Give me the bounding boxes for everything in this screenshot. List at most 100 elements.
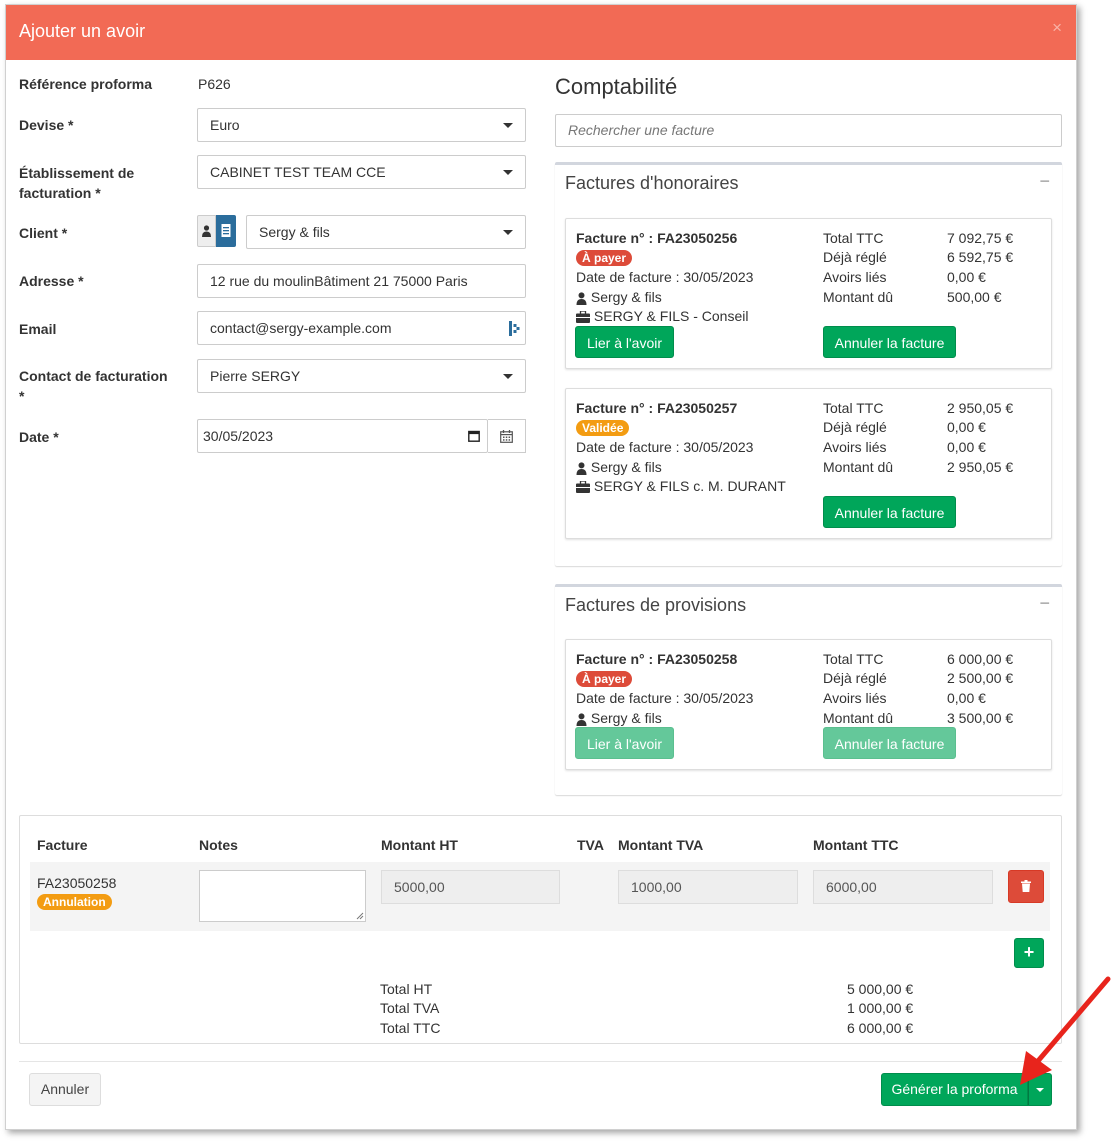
col-notes: Notes: [199, 837, 238, 853]
briefcase-icon: [576, 311, 590, 324]
status-badge: Validée: [576, 420, 630, 436]
col-montant-ttc: Montant TTC: [813, 837, 899, 853]
date-input[interactable]: 30/05/2023: [197, 419, 488, 453]
deja-regle-label: Déjà réglé: [823, 419, 887, 435]
compta-title: Comptabilité: [555, 74, 678, 99]
invoice-number: Facture n° : FA23050256: [576, 230, 738, 246]
email-input[interactable]: contact@sergy-example.com: [197, 311, 526, 345]
total-ttc-label: Total TTC: [823, 651, 884, 667]
user-icon: [576, 713, 587, 726]
total-ht-value: 5 000,00 €: [847, 981, 914, 997]
user-icon: [576, 292, 587, 305]
devise-select[interactable]: Euro: [197, 108, 526, 142]
invoice-date: Date de facture : 30/05/2023: [576, 690, 754, 706]
email-label: Email: [19, 321, 57, 337]
add-line-button[interactable]: +: [1014, 938, 1044, 968]
total-ttc-value: 6 000,00 €: [947, 651, 1014, 667]
footer-divider: [19, 1061, 1062, 1062]
client-select[interactable]: Sergy & fils: [246, 215, 526, 249]
total-ttc-label: Total TTC: [380, 1020, 441, 1036]
add-credit-note-modal: Ajouter un avoir × Référence proforma P6…: [5, 4, 1077, 1130]
provisions-title: Factures de provisions: [565, 595, 747, 615]
devise-value: Euro: [210, 117, 240, 133]
close-icon[interactable]: ×: [1052, 18, 1062, 38]
total-tva-value: 1 000,00 €: [847, 1000, 914, 1016]
etab-value: CABINET TEST TEAM CCE: [210, 164, 386, 180]
link-credit-button[interactable]: Lier à l'avoir: [575, 727, 674, 759]
delete-line-button[interactable]: [1008, 870, 1044, 903]
company-icon[interactable]: [216, 215, 236, 247]
annotation-arrow-icon: [1020, 976, 1111, 1085]
montant-du-value: 3 500,00 €: [947, 710, 1014, 726]
montant-du-value: 2 950,05 €: [947, 459, 1014, 475]
notes-textarea[interactable]: [199, 870, 366, 922]
ref-value: P626: [198, 76, 231, 92]
chevron-down-icon: [503, 374, 513, 379]
provisions-box: Factures de provisions − Facture n° : FA…: [555, 584, 1062, 795]
avoirs-lies-label: Avoirs liés: [823, 690, 887, 706]
resize-handle-icon: [356, 912, 364, 920]
date-label: Date *: [19, 429, 59, 445]
modal-title: Ajouter un avoir: [19, 21, 146, 41]
status-badge: À payer: [576, 671, 633, 687]
invoice-client: Sergy & fils: [576, 708, 662, 728]
client-type-toggle[interactable]: [197, 215, 237, 247]
avoirs-lies-value: 0,00 €: [947, 439, 986, 455]
status-badge: À payer: [576, 250, 633, 266]
invoice-card: Facture n° : FA23050256 À payer Date de …: [565, 218, 1052, 369]
calendar-button[interactable]: [488, 419, 526, 453]
adresse-input[interactable]: 12 rue du moulinBâtiment 21 75000 Paris: [197, 264, 526, 298]
invoice-number: Facture n° : FA23050257: [576, 400, 738, 416]
chevron-down-icon: [503, 170, 513, 175]
cancel-invoice-button[interactable]: Annuler la facture: [823, 326, 956, 358]
montant-ht-input[interactable]: 5000,00: [381, 870, 560, 904]
montant-tva-input[interactable]: 1000,00: [618, 870, 798, 904]
montant-du-label: Montant dû: [823, 710, 894, 726]
contact-select[interactable]: Pierre SERGY: [197, 359, 526, 393]
cancel-invoice-button[interactable]: Annuler la facture: [823, 496, 956, 528]
collapse-icon[interactable]: −: [1039, 593, 1050, 614]
person-icon[interactable]: [197, 215, 216, 247]
invoice-number: Facture n° : FA23050258: [576, 651, 738, 667]
total-ttc-value: 7 092,75 €: [947, 230, 1014, 246]
total-tva-label: Total TVA: [380, 1000, 440, 1016]
invoice-card: Facture n° : FA23050258 À payer Date de …: [565, 639, 1052, 770]
user-icon: [576, 462, 587, 475]
montant-du-label: Montant dû: [823, 459, 894, 475]
avoirs-lies-value: 0,00 €: [947, 269, 986, 285]
credit-lines-table: Facture Notes Montant HT TVA Montant TVA…: [19, 815, 1062, 1044]
avoirs-lies-label: Avoirs liés: [823, 269, 887, 285]
invoice-date: Date de facture : 30/05/2023: [576, 269, 754, 285]
client-value: Sergy & fils: [259, 224, 330, 240]
total-ttc-value: 6 000,00 €: [847, 1020, 914, 1036]
devise-label: Devise *: [19, 117, 74, 133]
avoirs-lies-label: Avoirs liés: [823, 439, 887, 455]
deja-regle-label: Déjà réglé: [823, 249, 887, 265]
total-ht-label: Total HT: [380, 981, 433, 997]
avoirs-lies-value: 0,00 €: [947, 690, 986, 706]
search-input[interactable]: Rechercher une facture: [555, 114, 1062, 147]
cancel-invoice-button[interactable]: Annuler la facture: [823, 727, 956, 759]
briefcase-icon: [576, 481, 590, 494]
montant-du-label: Montant dû: [823, 289, 894, 305]
collapse-icon[interactable]: −: [1039, 171, 1050, 192]
calendar-icon: [500, 430, 513, 443]
montant-ttc-input[interactable]: 6000,00: [813, 870, 993, 904]
autofill-icon[interactable]: [508, 321, 520, 336]
total-ttc-value: 2 950,05 €: [947, 400, 1014, 416]
col-tva: TVA: [577, 837, 604, 853]
etab-label: Établissement de facturation *: [19, 165, 135, 201]
deja-regle-value: 2 500,00 €: [947, 670, 1014, 686]
link-credit-button[interactable]: Lier à l'avoir: [575, 326, 674, 358]
deja-regle-value: 6 592,75 €: [947, 249, 1014, 265]
trash-icon: [1021, 880, 1031, 892]
contact-value: Pierre SERGY: [210, 368, 301, 384]
email-value: contact@sergy-example.com: [210, 320, 392, 336]
modal-header: Ajouter un avoir ×: [6, 5, 1076, 60]
montant-du-value: 500,00 €: [947, 289, 1002, 305]
etab-select[interactable]: CABINET TEST TEAM CCE: [197, 155, 526, 189]
chevron-down-icon: [503, 123, 513, 128]
cancel-button[interactable]: Annuler: [29, 1073, 101, 1106]
calendar-picker-icon[interactable]: [468, 430, 480, 442]
date-value: 30/05/2023: [203, 428, 274, 444]
